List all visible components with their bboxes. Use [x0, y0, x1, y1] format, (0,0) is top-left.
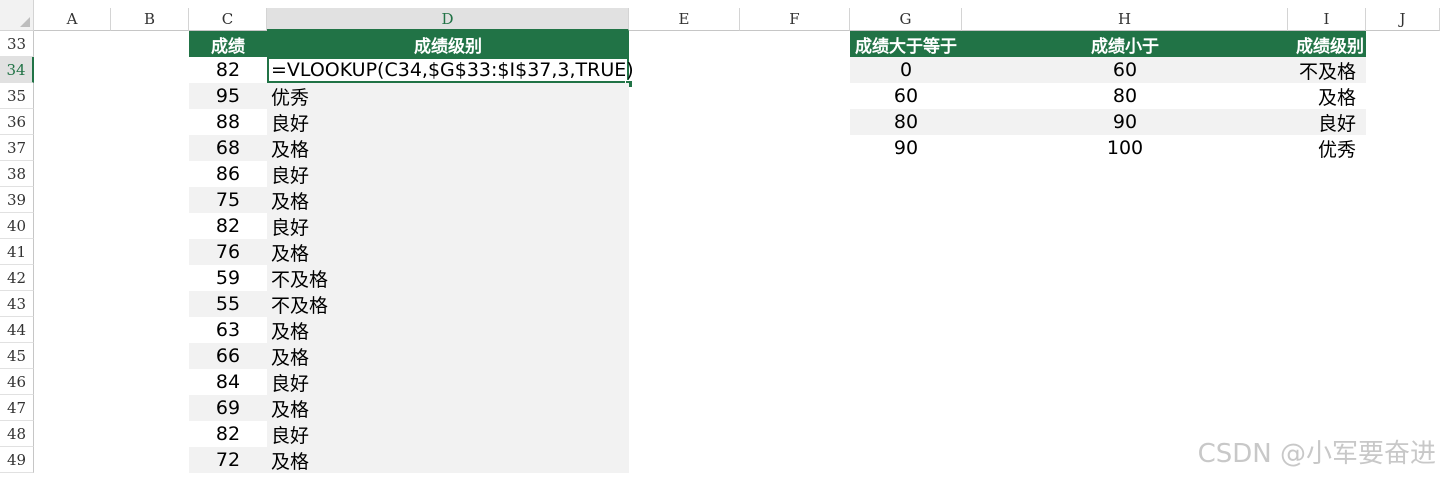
row-header[interactable]: 37: [0, 135, 34, 161]
grade-cell[interactable]: 及格: [267, 447, 629, 473]
lookup-grade-cell[interactable]: 良好: [1288, 109, 1366, 135]
formula-cell-active[interactable]: =VLOOKUP(C34,$G$33:$I$37,3,TRUE): [267, 57, 634, 83]
select-all-corner[interactable]: [0, 0, 34, 31]
score-cell[interactable]: 59: [189, 265, 267, 291]
lookup-grade-cell[interactable]: 及格: [1288, 83, 1366, 109]
watermark: CSDN @小军要奋进: [1197, 439, 1436, 469]
row-header[interactable]: 44: [0, 317, 34, 343]
grade-cell[interactable]: 良好: [267, 109, 629, 135]
grade-cell[interactable]: 不及格: [267, 291, 629, 317]
column-header-h[interactable]: H: [962, 8, 1288, 31]
column-header-g[interactable]: G: [850, 8, 962, 31]
score-header[interactable]: 成绩: [189, 31, 267, 57]
row-header[interactable]: 42: [0, 265, 34, 291]
score-cell[interactable]: 88: [189, 109, 267, 135]
lookup-max-cell[interactable]: 80: [962, 83, 1288, 109]
row-header[interactable]: 36: [0, 109, 34, 135]
score-cell[interactable]: 82: [189, 213, 267, 239]
grade-cell[interactable]: 及格: [267, 187, 629, 213]
lookup-min-cell[interactable]: 90: [850, 135, 962, 161]
lookup-max-cell[interactable]: 100: [962, 135, 1288, 161]
grade-cell[interactable]: 及格: [267, 135, 629, 161]
column-header-j[interactable]: J: [1366, 8, 1440, 31]
column-header-f[interactable]: F: [740, 8, 850, 31]
score-cell[interactable]: 55: [189, 291, 267, 317]
grade-cell[interactable]: 不及格: [267, 265, 629, 291]
lookup-max-cell[interactable]: 90: [962, 109, 1288, 135]
row-header[interactable]: 34: [0, 57, 34, 83]
lookup-header-min[interactable]: 成绩大于等于: [850, 31, 962, 57]
lookup-grade-cell[interactable]: 优秀: [1288, 135, 1366, 161]
row-header[interactable]: 35: [0, 83, 34, 109]
score-cell[interactable]: 68: [189, 135, 267, 161]
score-cell[interactable]: 84: [189, 369, 267, 395]
column-header-b[interactable]: B: [111, 8, 189, 31]
lookup-header-max[interactable]: 成绩小于: [962, 31, 1288, 57]
lookup-header-grade[interactable]: 成绩级别: [1288, 31, 1366, 57]
lookup-grade-cell[interactable]: 不及格: [1288, 57, 1366, 83]
row-header[interactable]: 45: [0, 343, 34, 369]
grade-cell[interactable]: 及格: [267, 395, 629, 421]
row-header[interactable]: 49: [0, 447, 34, 473]
grade-cell[interactable]: 良好: [267, 213, 629, 239]
lookup-min-cell[interactable]: 0: [850, 57, 962, 83]
score-cell[interactable]: 82: [189, 57, 267, 83]
lookup-min-cell[interactable]: 60: [850, 83, 962, 109]
lookup-max-cell[interactable]: 60: [962, 57, 1288, 83]
column-header-d[interactable]: D: [267, 8, 629, 31]
score-cell[interactable]: 66: [189, 343, 267, 369]
grade-cell[interactable]: 及格: [267, 239, 629, 265]
grade-header[interactable]: 成绩级别: [267, 31, 629, 57]
grade-cell[interactable]: 优秀: [267, 83, 629, 109]
row-header[interactable]: 40: [0, 213, 34, 239]
column-header-i[interactable]: I: [1288, 8, 1366, 31]
column-header-e[interactable]: E: [629, 8, 740, 31]
score-cell[interactable]: 69: [189, 395, 267, 421]
grade-cell[interactable]: 良好: [267, 421, 629, 447]
score-cell[interactable]: 63: [189, 317, 267, 343]
lookup-min-cell[interactable]: 80: [850, 109, 962, 135]
column-header-c[interactable]: C: [189, 8, 267, 31]
column-header-a[interactable]: A: [34, 8, 111, 31]
row-header[interactable]: 41: [0, 239, 34, 265]
grade-cell[interactable]: 及格: [267, 343, 629, 369]
grade-cell[interactable]: 良好: [267, 161, 629, 187]
score-cell[interactable]: 72: [189, 447, 267, 473]
grade-cell[interactable]: 良好: [267, 369, 629, 395]
row-header[interactable]: 46: [0, 369, 34, 395]
row-header[interactable]: 43: [0, 291, 34, 317]
score-cell[interactable]: 75: [189, 187, 267, 213]
score-cell[interactable]: 95: [189, 83, 267, 109]
row-header[interactable]: 48: [0, 421, 34, 447]
score-cell[interactable]: 76: [189, 239, 267, 265]
row-header[interactable]: 38: [0, 161, 34, 187]
row-header[interactable]: 47: [0, 395, 34, 421]
row-header[interactable]: 33: [0, 31, 34, 57]
row-header[interactable]: 39: [0, 187, 34, 213]
score-cell[interactable]: 82: [189, 421, 267, 447]
grade-cell[interactable]: 及格: [267, 317, 629, 343]
score-cell[interactable]: 86: [189, 161, 267, 187]
